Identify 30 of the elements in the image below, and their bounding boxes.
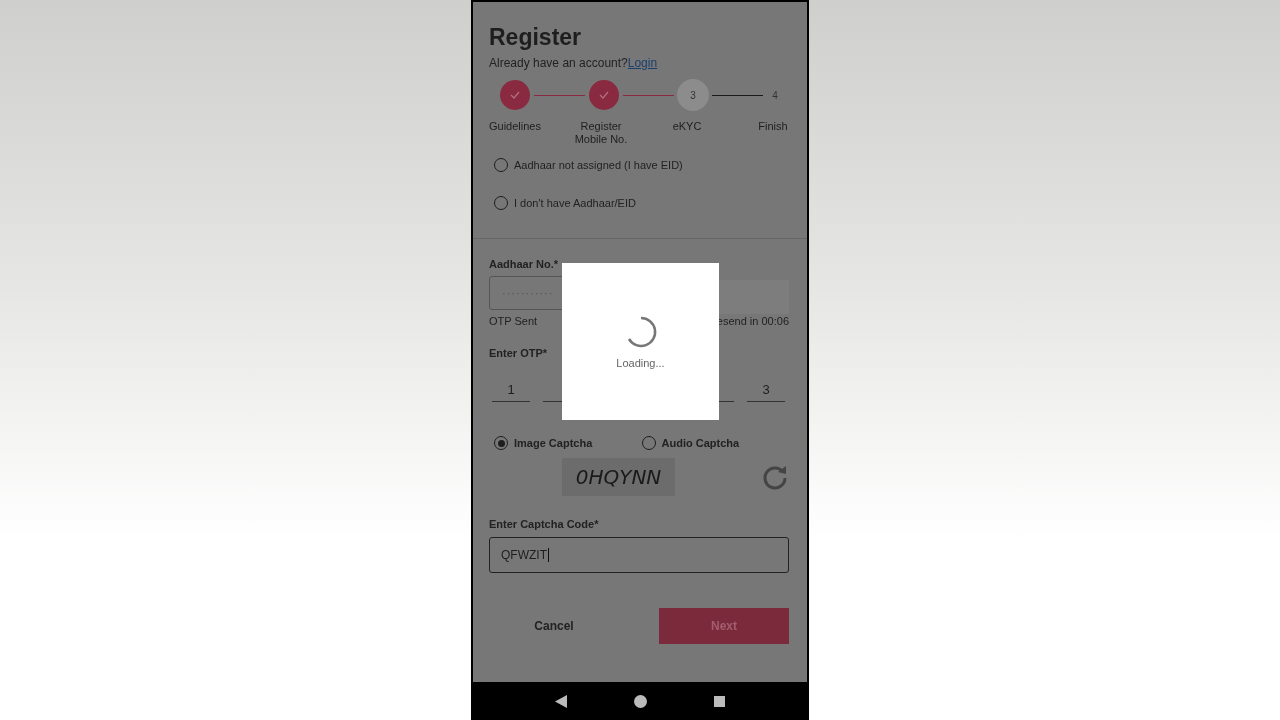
captcha-image: 0HQYNN (562, 458, 675, 496)
recents-icon[interactable] (714, 695, 726, 707)
step-label: Finish (757, 120, 789, 134)
step-label: Register Mobile No. (573, 120, 629, 146)
step-label: eKYC (671, 120, 703, 134)
field-label: Aadhaar No.* (489, 258, 560, 270)
home-icon[interactable] (634, 694, 647, 708)
radio-label: Image Captcha (514, 437, 593, 449)
step-label: Guidelines (488, 120, 542, 134)
back-icon[interactable] (554, 694, 567, 708)
check-icon (510, 91, 520, 99)
otp-status: OTP Sent (489, 315, 538, 327)
send-otp-button[interactable] (716, 280, 789, 314)
otp-digit-field[interactable]: 3 (747, 375, 785, 402)
login-link[interactable]: Login (627, 56, 658, 70)
step-current-circle: 3 (678, 80, 708, 110)
captcha-input[interactable]: QFWZIT (489, 537, 789, 573)
radio-label: Audio Captcha (661, 437, 740, 449)
account-prompt: Already have an account? (489, 56, 628, 70)
check-icon (599, 91, 609, 99)
field-label: Enter Captcha Code* (489, 518, 600, 530)
page-title: Register (489, 24, 583, 51)
loading-text: Loading... (616, 356, 665, 369)
cancel-button[interactable]: Cancel (489, 608, 619, 644)
field-label: Enter OTP* (489, 347, 549, 359)
otp-digit-field[interactable]: 1 (492, 375, 530, 402)
refresh-icon[interactable] (761, 463, 789, 491)
step-number: 4 (771, 88, 779, 103)
radio-label: Aadhaar not assigned (I have EID) (514, 159, 683, 171)
radio-label: I don't have Aadhaar/EID (514, 197, 636, 209)
